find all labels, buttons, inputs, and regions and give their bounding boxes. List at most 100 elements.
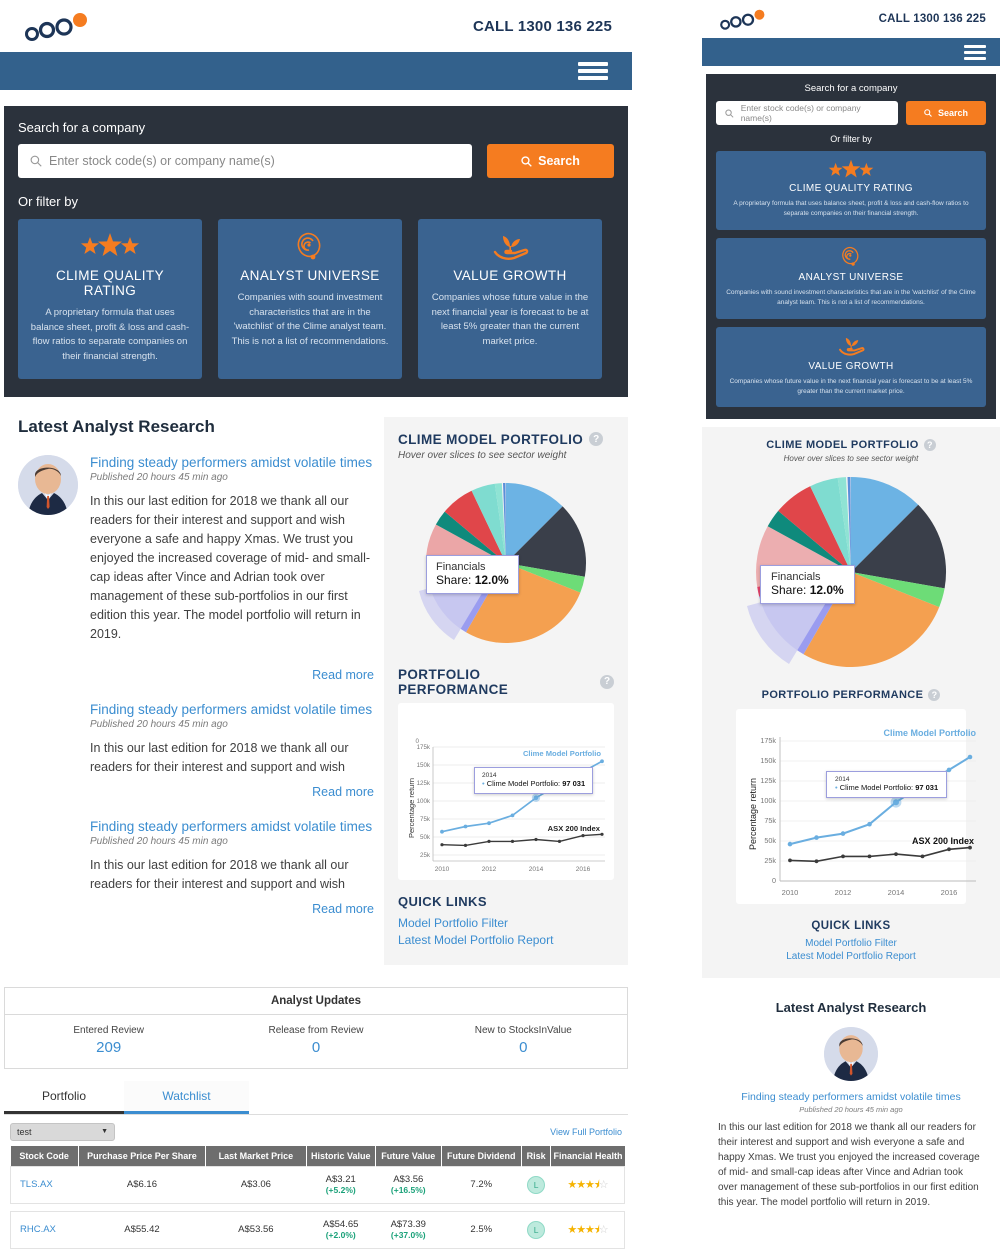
article-title[interactable]: Finding steady performers amidst volatil… [90,819,374,834]
analyst-updates-box: Analyst Updates Entered Review 209 Relea… [4,986,628,1069]
phone-number[interactable]: CALL 1300 136 225 [473,18,612,35]
hamburger-menu[interactable] [578,62,608,80]
filter-card-analyst-universe[interactable]: ANALYST UNIVERSE Companies with sound in… [218,219,402,379]
col-future-dividend[interactable]: Future Dividend [441,1145,522,1167]
hamburger-menu[interactable] [964,44,986,60]
col-financial-health[interactable]: Financial Health [550,1145,625,1167]
table-header: Stock Code Purchase Price Per Share Last… [10,1145,625,1167]
performance-chart[interactable]: 175k 150k 125k 100k 75k 50k 25k 0 Percen… [398,702,614,880]
watchlist-select-value: test [17,1126,32,1137]
pie-chart[interactable]: Financials Share: 12.0% [714,467,988,677]
svg-text:0: 0 [416,738,420,745]
pie-chart[interactable]: Financials Share: 12.0% [398,467,614,657]
col-stock-code[interactable]: Stock Code [10,1145,79,1167]
cell-stock-code[interactable]: RHC.AX [11,1211,79,1248]
filter-card-desc: Companies with sound investment characte… [231,292,389,348]
stat-value[interactable]: 0 [420,1039,627,1056]
filter-card-clime-quality-rating[interactable]: CLIME QUALITY RATING A proprietary formu… [18,219,202,379]
tooltip-value-prefix: Share: [771,583,807,598]
search-input[interactable]: Enter stock code(s) or company name(s) [716,101,898,125]
svg-text:Percentage return: Percentage return [407,778,416,838]
tab-portfolio[interactable]: Portfolio [4,1080,124,1114]
article-title[interactable]: Finding steady performers amidst volatil… [90,702,374,717]
tooltip-year: 2014 [835,776,850,784]
tooltip-value-number: 12.0% [474,572,509,587]
svg-text:25k: 25k [420,852,431,859]
search-input[interactable]: Enter stock code(s) or company name(s) [18,144,472,178]
search-row: Enter stock code(s) or company name(s) S… [716,101,986,125]
article-title[interactable]: Finding steady performers amidst volatil… [718,1091,984,1103]
help-icon[interactable]: ? [589,432,604,447]
search-button[interactable]: Search [487,144,614,178]
quick-link-model-portfolio-filter[interactable]: Model Portfolio Filter [398,916,614,930]
clime-logo[interactable] [22,11,92,41]
search-panel: Search for a company Enter stock code(s)… [4,106,628,397]
svg-text:50k: 50k [420,834,431,841]
risk-badge: L [527,1176,546,1195]
performance-chart[interactable]: 175k 150k 125k 100k 75k 50k 25k 0 Percen… [736,709,976,905]
search-row: Enter stock code(s) or company name(s) S… [18,144,614,178]
tooltip-label: Financials [771,571,821,584]
search-icon [924,109,932,117]
portfolio-panel: CLIME MODEL PORTFOLIO ? Hover over slice… [384,416,628,965]
filter-card-title: ANALYST UNIVERSE [798,271,904,283]
svg-text:2016: 2016 [576,866,591,873]
help-icon[interactable]: ? [928,689,941,702]
tab-watchlist[interactable]: Watchlist [124,1080,249,1114]
view-full-portfolio-link[interactable]: View Full Portfolio [550,1127,622,1137]
cell-historic-value: A$3.21 (+5.2%) [306,1166,375,1203]
pie-tooltip: Financials Share: 12.0% [426,554,519,594]
svg-text:2010: 2010 [782,888,799,897]
phone-number[interactable]: CALL 1300 136 225 [879,13,986,25]
quick-link-model-portfolio-filter[interactable]: Model Portfolio Filter [714,938,988,949]
col-last-market-price[interactable]: Last Market Price [205,1145,307,1167]
clime-logo[interactable] [718,8,768,30]
filter-card-desc: Companies whose future value in the next… [729,377,973,395]
read-more-link[interactable]: Read more [90,785,374,799]
tooltip-value: Share: 12.0% [771,583,844,597]
article-title[interactable]: Finding steady performers amidst volatil… [90,455,374,470]
col-risk[interactable]: Risk [521,1145,552,1167]
filter-heading: Or filter by [18,194,78,209]
col-historic-value[interactable]: Historic Value [306,1145,376,1167]
svg-text:150k: 150k [417,762,431,769]
cell-stock-code[interactable]: TLS.AX [11,1166,79,1203]
read-more-link[interactable]: Read more [90,902,374,916]
filter-card-value-growth[interactable]: VALUE GROWTH Companies whose future valu… [418,219,602,379]
series-label-clime: Clime Model Portfolio [883,728,976,738]
analyst-updates-title: Analyst Updates [5,988,627,1015]
filter-card-title: CLIME QUALITY RATING [56,268,164,298]
col-purchase-price[interactable]: Purchase Price Per Share [78,1145,207,1167]
cell-risk: L [521,1166,551,1203]
col-future-value[interactable]: Future Value [375,1145,442,1167]
article-date: Published 20 hours 45 min ago [90,471,228,483]
help-icon[interactable]: ? [600,674,614,689]
stat-value[interactable]: 209 [5,1039,212,1056]
cell-last-market-price: A$3.06 [240,1179,271,1191]
table-row[interactable]: TLS.AX A$6.16 A$3.06 A$3.21 (+5.2%) A$3.… [10,1166,625,1204]
article-date: Published 20 hours 45 min ago [90,718,228,730]
filter-card-desc: A proprietary formula that uses balance … [30,307,190,363]
filter-card-analyst-universe[interactable]: ANALYST UNIVERSE Companies with sound in… [716,237,986,319]
tooltip-series-value: • Clime Model Portfolio: 97 031 [835,783,939,793]
filter-card-value-growth[interactable]: VALUE GROWTH Companies whose future valu… [716,326,986,408]
future-value-change: (+37.0%) [390,1230,426,1241]
quick-link-latest-model-portfolio-report[interactable]: Latest Model Portfolio Report [714,951,988,962]
filter-card-clime-quality-rating[interactable]: CLIME QUALITY RATING A proprietary formu… [716,151,986,230]
quick-link-latest-model-portfolio-report[interactable]: Latest Model Portfolio Report [398,933,614,947]
svg-text:75k: 75k [420,816,431,823]
article-date: Published 20 hours 45 min ago [799,1105,903,1115]
table-row[interactable]: RHC.AX A$55.42 A$53.56 A$54.65 (+2.0%) A… [10,1211,625,1249]
search-button[interactable]: Search [906,101,986,125]
article-item: Finding steady performers amidst volatil… [18,454,374,682]
stat-new-to-stocksinvalue: New to StocksInValue 0 [420,1025,627,1056]
search-icon [521,155,532,167]
cell-financial-health: ★★★⯨☆ [551,1166,625,1203]
avatar [18,454,78,515]
stat-value[interactable]: 0 [212,1039,419,1056]
risk-badge: L [527,1221,546,1240]
help-icon[interactable]: ? [923,439,936,452]
read-more-link[interactable]: Read more [90,668,374,682]
watchlist-select[interactable]: test ▼ [10,1122,115,1141]
cell-future-value: A$3.56 (+16.5%) [375,1166,441,1203]
